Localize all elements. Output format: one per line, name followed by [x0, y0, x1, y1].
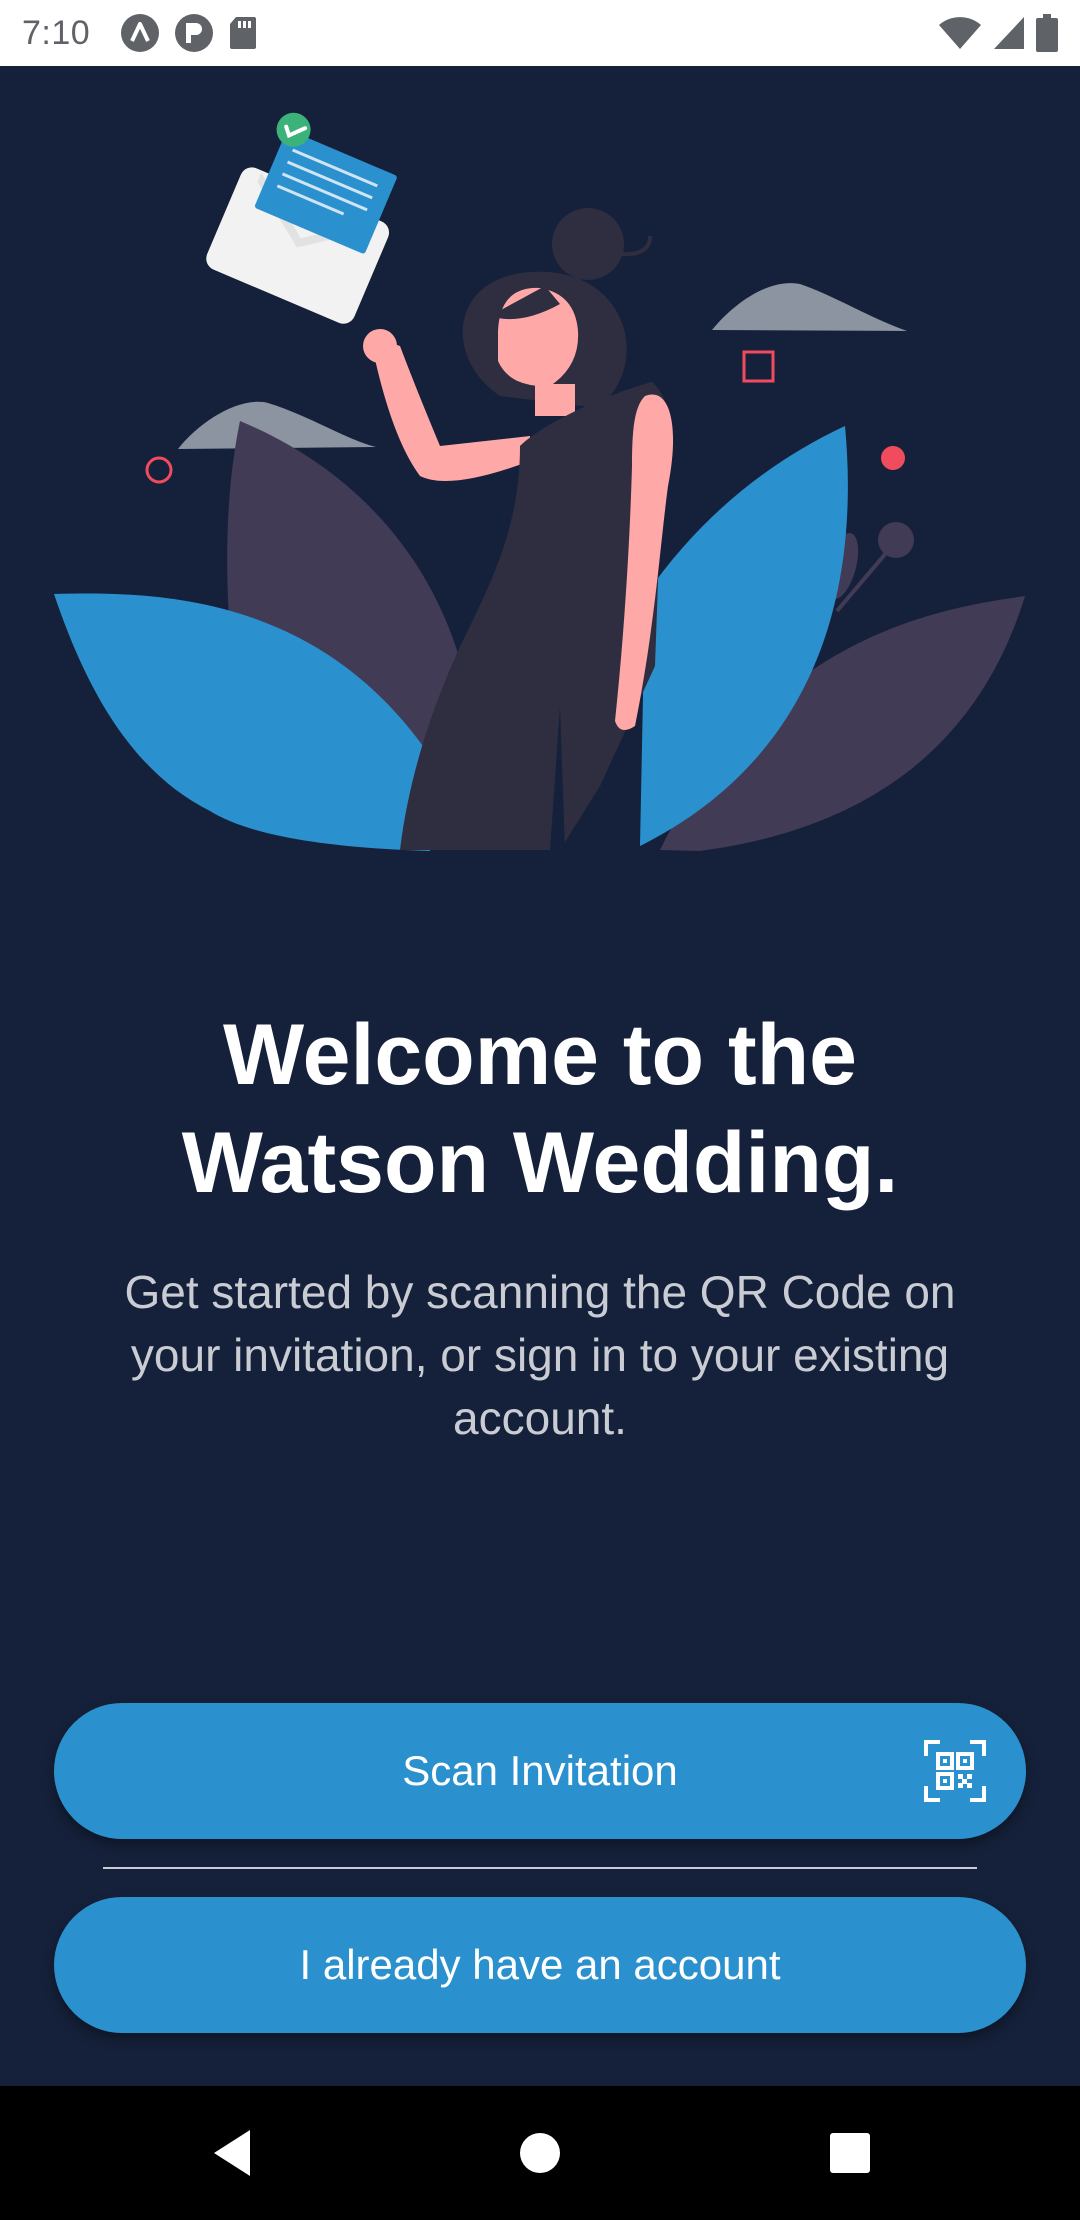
scan-invitation-label: Scan Invitation: [402, 1747, 678, 1794]
divider: [103, 1867, 977, 1869]
envelope: [206, 112, 397, 324]
status-notification-icons: [120, 13, 258, 53]
home-icon[interactable]: [505, 2118, 575, 2188]
existing-account-button[interactable]: I already have an account: [54, 1897, 1026, 2033]
recents-icon[interactable]: [815, 2118, 885, 2188]
welcome-subtitle: Get started by scanning the QR Code on y…: [124, 1266, 956, 1444]
wedding-invitation-illustration: [54, 112, 1025, 851]
welcome-title-line-1: Welcome to the: [223, 1007, 857, 1103]
existing-account-label: I already have an account: [299, 1941, 781, 1988]
signal-icon: [994, 17, 1024, 49]
battery-icon: [1036, 14, 1058, 52]
qr-code-icon: [924, 1740, 986, 1802]
welcome-title-line-2: Watson Wedding.: [181, 1115, 899, 1211]
sd-card-icon: [230, 17, 257, 49]
welcome-screen: Welcome to the Watson Wedding. Get start…: [0, 66, 1080, 2086]
status-system-icons: [938, 14, 1058, 52]
welcome-title: Welcome to the Watson Wedding.: [60, 1001, 1020, 1217]
back-icon[interactable]: [200, 2118, 270, 2188]
notification-a-icon: [121, 14, 160, 52]
status-bar: 7:10: [0, 0, 1080, 66]
scan-invitation-button[interactable]: Scan Invitation: [54, 1703, 1026, 1839]
status-time: 7:10: [22, 13, 91, 52]
wifi-icon: [939, 17, 981, 49]
notification-p-icon: [175, 14, 214, 52]
navigation-bar: [0, 2086, 1080, 2220]
